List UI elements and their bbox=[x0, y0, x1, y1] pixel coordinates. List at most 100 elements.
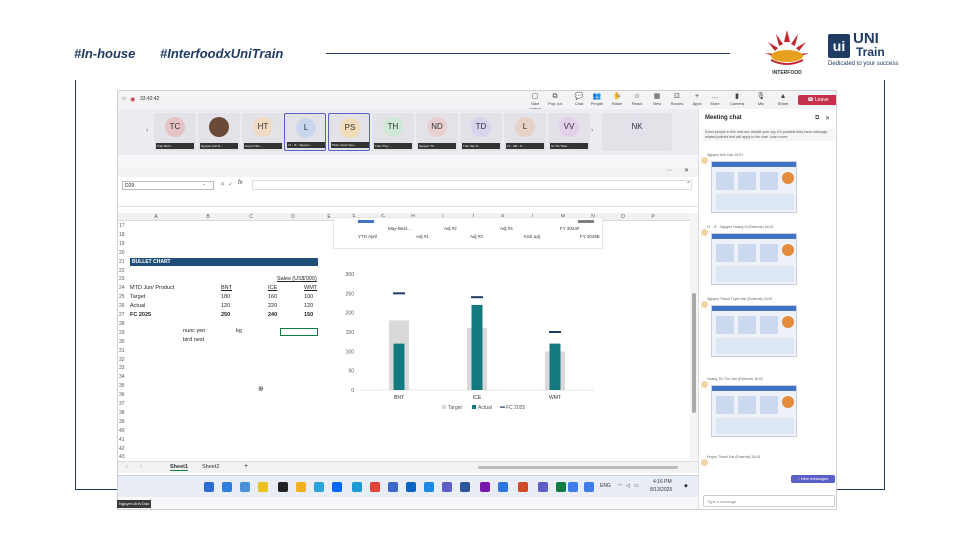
waterfall-chart-strip[interactable]: May-Best... Adj #2 Adj #4 FY 2024F YTD April… bbox=[333, 217, 603, 249]
sticky-notes-icon[interactable] bbox=[258, 482, 268, 492]
language-indicator[interactable]: ENG bbox=[600, 483, 611, 489]
row-number[interactable]: 31 bbox=[118, 348, 130, 354]
toolbar-mic-button[interactable]: 🎙 Mic bbox=[752, 93, 770, 107]
row-number[interactable]: 20 bbox=[118, 250, 130, 256]
toolbar-take-control-button[interactable]: ▢Take control bbox=[526, 93, 544, 111]
participant-tile[interactable]: TC Tran Minh ... bbox=[154, 113, 196, 151]
toolbar-view-button[interactable]: ▦ View bbox=[648, 93, 666, 107]
vpn-icon[interactable] bbox=[388, 482, 398, 492]
taskbar-date[interactable]: 8/13/2025 bbox=[650, 487, 672, 493]
new-messages-button[interactable]: ↓ New messages bbox=[791, 475, 835, 483]
participant-tile[interactable]: TD Tran Van D... bbox=[460, 113, 502, 151]
teams-icon[interactable] bbox=[442, 482, 452, 492]
telegram-icon[interactable] bbox=[314, 482, 324, 492]
confirm-icon[interactable]: ✓ bbox=[228, 181, 233, 188]
more-options-icon[interactable]: ⋯ bbox=[666, 167, 672, 174]
bullet-chart[interactable]: 0 50 100 150 200 250 300 BNT ICE WMT Target Actual F… bbox=[332, 269, 602, 419]
row-number[interactable]: 42 bbox=[118, 446, 130, 452]
selected-cell-d29[interactable] bbox=[280, 328, 318, 336]
formula-input[interactable] bbox=[252, 180, 692, 190]
toolbar-share-button[interactable]: ▲ Share bbox=[774, 93, 792, 107]
column-header-b[interactable]: B bbox=[182, 213, 234, 221]
toolbar-chat-button[interactable]: 💬 Chat bbox=[570, 93, 588, 107]
toolbar-people-button[interactable]: 👥 People bbox=[588, 93, 606, 107]
participant-tile[interactable]: L LT - IF - Nguyen... bbox=[284, 113, 326, 151]
calendar-icon[interactable] bbox=[424, 482, 434, 492]
sheet-next-icon[interactable]: › bbox=[140, 464, 142, 470]
add-sheet-icon[interactable]: + bbox=[244, 463, 248, 470]
todo-icon[interactable] bbox=[498, 482, 508, 492]
name-box[interactable]: D29 bbox=[122, 181, 214, 190]
row-number[interactable]: 33 bbox=[118, 365, 130, 371]
row-number[interactable]: 43 bbox=[118, 454, 130, 460]
collapse-formula-icon[interactable]: ⌃ bbox=[686, 181, 691, 188]
row-number[interactable]: 25 bbox=[118, 294, 130, 300]
tiles-prev-arrow-icon[interactable]: ‹ bbox=[146, 127, 148, 134]
column-header-a[interactable]: A bbox=[130, 213, 182, 221]
column-header-d[interactable]: D bbox=[268, 213, 318, 221]
sheet-prev-icon[interactable]: ‹ bbox=[126, 464, 128, 470]
toolbar-pop-out-button[interactable]: ⧉ Pop out bbox=[546, 93, 564, 107]
wifi-icon[interactable]: ◠ bbox=[618, 483, 622, 489]
row-number[interactable]: 41 bbox=[118, 437, 130, 443]
taskbar-time[interactable]: 4:16 PM bbox=[653, 479, 672, 485]
cancel-icon[interactable]: ✕ bbox=[220, 181, 225, 188]
row-number[interactable]: 34 bbox=[118, 374, 130, 380]
row-number[interactable]: 18 bbox=[118, 232, 130, 238]
row-number[interactable]: 21 bbox=[118, 259, 130, 265]
tab-sheet2[interactable]: Sheet2 bbox=[202, 464, 219, 470]
close-share-icon[interactable]: ✕ bbox=[684, 167, 689, 174]
row-number[interactable]: 37 bbox=[118, 401, 130, 407]
chrome-icon[interactable] bbox=[370, 482, 380, 492]
chat-image-attachment[interactable] bbox=[711, 233, 797, 285]
participant-tile[interactable]: Nguyen Anh D... bbox=[198, 113, 240, 151]
row-number[interactable]: 28 bbox=[118, 321, 130, 327]
row-number[interactable]: 22 bbox=[118, 268, 130, 274]
volume-icon[interactable]: ◁ bbox=[626, 483, 630, 489]
toolbar-camera-button[interactable]: ▮ Camera bbox=[728, 93, 746, 107]
pop-out-chat-icon[interactable]: ⧉ bbox=[815, 115, 819, 122]
tab-sheet1[interactable]: Sheet1 bbox=[170, 464, 189, 471]
participant-tile[interactable]: HT Huynh Nhu ... bbox=[242, 113, 284, 151]
leave-button[interactable]: ☎ Leave bbox=[798, 95, 836, 105]
notion-icon[interactable] bbox=[278, 482, 288, 492]
microphone-icon[interactable] bbox=[568, 482, 578, 492]
chat-image-attachment[interactable] bbox=[711, 305, 797, 357]
word-icon[interactable] bbox=[460, 482, 470, 492]
row-number[interactable]: 30 bbox=[118, 339, 130, 345]
vertical-scrollbar[interactable] bbox=[690, 213, 698, 465]
row-number[interactable]: 23 bbox=[118, 276, 130, 282]
zalo-icon[interactable] bbox=[332, 482, 342, 492]
column-header-p[interactable]: P bbox=[638, 213, 668, 221]
toolbar-rooms-button[interactable]: ⊡ Rooms bbox=[668, 93, 686, 107]
notification-icon[interactable]: ◆ bbox=[684, 483, 688, 489]
powerpoint-icon[interactable] bbox=[518, 482, 528, 492]
row-number[interactable]: 19 bbox=[118, 241, 130, 247]
battery-icon[interactable]: ▭ bbox=[634, 483, 639, 489]
toolbar-react-button[interactable]: ☺ React bbox=[628, 93, 646, 107]
toolbar-apps-button[interactable]: + Apps bbox=[688, 93, 706, 107]
participant-tile[interactable]: NK bbox=[602, 113, 672, 151]
participant-tile[interactable]: TH Tran Thuy ... bbox=[372, 113, 414, 151]
copilot-icon[interactable] bbox=[584, 482, 594, 492]
participant-tile[interactable]: L LT - HR - Tr... bbox=[504, 113, 546, 151]
excel-icon[interactable] bbox=[556, 482, 566, 492]
row-number[interactable]: 32 bbox=[118, 357, 130, 363]
horizontal-scrollbar[interactable] bbox=[478, 466, 678, 469]
chat-image-attachment[interactable] bbox=[711, 385, 797, 437]
row-number[interactable]: 38 bbox=[118, 410, 130, 416]
column-header-o[interactable]: O bbox=[608, 213, 638, 221]
row-number[interactable]: 24 bbox=[118, 285, 130, 291]
participant-tile[interactable]: ND Nguyen Th... bbox=[416, 113, 458, 151]
onenote-icon[interactable] bbox=[480, 482, 490, 492]
chat-image-attachment[interactable] bbox=[711, 161, 797, 213]
name-box-dropdown-icon[interactable]: ⌄ bbox=[202, 181, 206, 187]
row-number[interactable]: 39 bbox=[118, 419, 130, 425]
edge-icon[interactable] bbox=[352, 482, 362, 492]
chat-message-input[interactable]: Type a message bbox=[703, 495, 835, 507]
tiles-next-arrow-icon[interactable]: › bbox=[591, 127, 593, 134]
outlook-icon[interactable] bbox=[406, 482, 416, 492]
row-number[interactable]: 35 bbox=[118, 383, 130, 389]
file-explorer-icon[interactable] bbox=[296, 482, 306, 492]
close-chat-icon[interactable]: ✕ bbox=[825, 115, 830, 122]
